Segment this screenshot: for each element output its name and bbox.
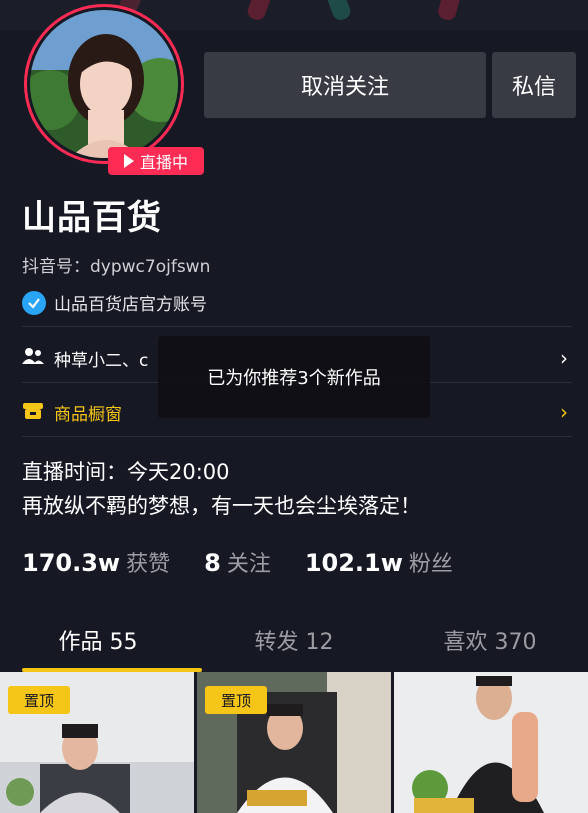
pinned-badge: 置顶 xyxy=(205,686,267,714)
profile-name: 山品百货 xyxy=(22,198,162,238)
video-thumbnail[interactable]: 置顶 xyxy=(0,672,194,813)
stats-bar: 170.3w 获赞 8 关注 102.1w 粉丝 xyxy=(22,546,453,578)
mutual-friends-label: 种草小二、c xyxy=(54,350,149,371)
verified-label: 山品百货店官方账号 xyxy=(54,295,207,315)
shop-icon xyxy=(22,401,44,424)
bio-line-2: 再放纵不羁的梦想，有一天也会尘埃落定！ xyxy=(22,494,421,518)
video-grid: 置顶 置顶 xyxy=(0,672,588,813)
divider xyxy=(22,326,572,327)
live-badge[interactable]: 直播中 xyxy=(108,147,204,175)
unfollow-button[interactable]: 取消关注 xyxy=(204,52,486,118)
likes-count: 170.3w xyxy=(22,549,121,577)
video-thumbnail[interactable]: 置顶 xyxy=(197,672,391,813)
live-badge-label: 直播中 xyxy=(139,153,188,172)
following-label[interactable]: 关注 xyxy=(227,546,271,578)
bio-line-1: 直播时间：今天20:00 xyxy=(22,460,230,484)
tab-reposts[interactable]: 转发 12 xyxy=(196,624,392,656)
divider xyxy=(22,436,572,437)
verified-check-icon xyxy=(22,290,46,315)
following-count[interactable]: 8 xyxy=(204,549,221,577)
avatar[interactable] xyxy=(30,10,178,158)
verified-row: 山品百货店官方账号 xyxy=(22,290,207,315)
chevron-right-icon: › xyxy=(560,400,568,424)
tab-works[interactable]: 作品 55 xyxy=(0,624,196,656)
toast-message: 已为你推荐3个新作品 xyxy=(158,336,430,418)
pinned-badge: 置顶 xyxy=(8,686,70,714)
likes-label: 获赞 xyxy=(126,552,171,577)
tab-likes[interactable]: 喜欢 370 xyxy=(392,624,588,656)
chevron-right-icon: › xyxy=(560,346,568,370)
direct-message-button[interactable]: 私信 xyxy=(492,52,576,118)
people-icon xyxy=(22,347,44,369)
followers-count[interactable]: 102.1w xyxy=(305,549,403,577)
play-icon xyxy=(123,154,134,168)
followers-label[interactable]: 粉丝 xyxy=(409,546,453,578)
douyin-id: 抖音号：dypwc7ojfswn xyxy=(22,257,211,277)
video-thumbnail[interactable] xyxy=(394,672,588,813)
profile-tabs: 作品 55 转发 12 喜欢 370 xyxy=(0,616,588,672)
shop-window-label: 商品橱窗 xyxy=(54,404,122,425)
